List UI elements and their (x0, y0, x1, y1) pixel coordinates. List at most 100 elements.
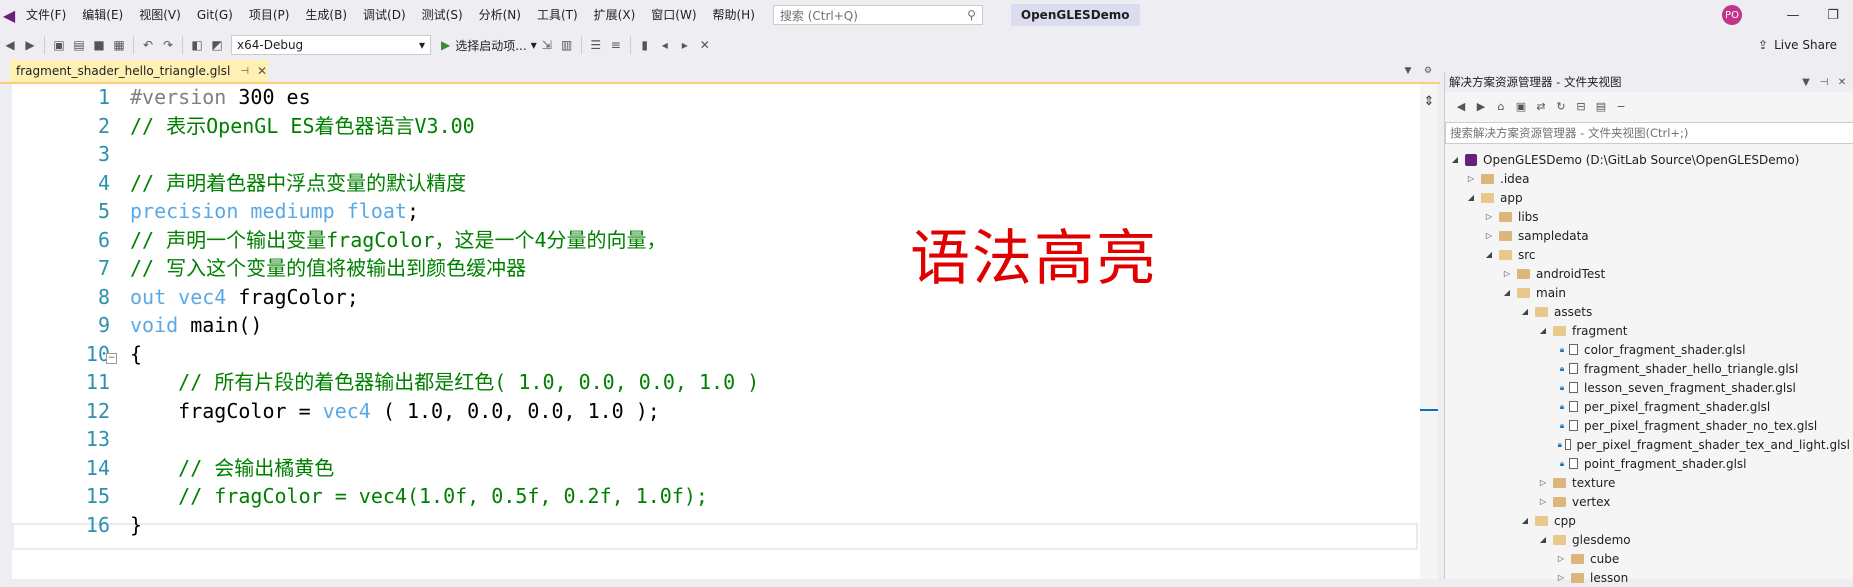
tab-dropdown-icon[interactable]: ▼ (1400, 60, 1416, 82)
refresh-icon[interactable]: ↻ (1551, 96, 1571, 116)
tree-item-folder[interactable]: ◢ glesdemo (1537, 530, 1631, 549)
menu-project[interactable]: 项目(P) (241, 0, 298, 30)
home-icon[interactable]: ⌂ (1491, 96, 1511, 116)
expanded-arrow-icon[interactable]: ◢ (1501, 288, 1513, 297)
tree-item-file[interactable]: 🔒︎ per_pixel_fragment_shader_no_tex.glsl (1557, 416, 1817, 435)
tree-item-solution-root[interactable]: ◢ OpenGLESDemo (D:\GitLab Source\OpenGLES… (1449, 150, 1799, 169)
menu-tools[interactable]: 工具(T) (529, 0, 586, 30)
collapsed-arrow-icon[interactable]: ▷ (1555, 554, 1567, 563)
tree-item-folder[interactable]: ▷ sampledata (1483, 226, 1589, 245)
settings-gear-icon[interactable]: ⚙ (1420, 60, 1436, 82)
properties-icon[interactable]: − (1611, 96, 1631, 116)
screenshot-icon[interactable]: ◩ (207, 34, 227, 56)
new-item-icon[interactable]: ▣ (49, 34, 69, 56)
menu-test[interactable]: 测试(S) (414, 0, 471, 30)
expanded-arrow-icon[interactable]: ◢ (1537, 326, 1549, 335)
tree-item-file[interactable]: 🔒︎ point_fragment_shader.glsl (1557, 454, 1747, 473)
switch-views-icon[interactable]: ▣ (1511, 96, 1531, 116)
pin-icon[interactable]: ⊣ (1815, 72, 1833, 92)
close-icon[interactable]: ✕ (257, 64, 267, 78)
expanded-arrow-icon[interactable]: ◢ (1519, 307, 1531, 316)
tree-item-file[interactable]: 🔒︎ per_pixel_fragment_shader.glsl (1557, 397, 1770, 416)
tree-item-folder[interactable]: ▷ .idea (1465, 169, 1530, 188)
layout-icon[interactable]: ▥ (557, 34, 577, 56)
configuration-select[interactable]: x64-Debug ▾ (231, 35, 431, 55)
collapsed-arrow-icon[interactable]: ▷ (1483, 231, 1495, 240)
bookmark-icon[interactable]: ▮ (635, 34, 655, 56)
expanded-arrow-icon[interactable]: ◢ (1519, 516, 1531, 525)
tree-item-folder[interactable]: ◢ app (1465, 188, 1523, 207)
tree-item-folder[interactable]: ▷ texture (1537, 473, 1615, 492)
collapse-all-icon[interactable]: ⊟ (1571, 96, 1591, 116)
menu-help[interactable]: 帮助(H) (705, 0, 763, 30)
back-icon[interactable]: ◀ (1451, 96, 1471, 116)
clear-bookmarks-icon[interactable]: ✕ (695, 34, 715, 56)
solution-explorer-search-input[interactable]: 搜索解决方案资源管理器 - 文件夹视图(Ctrl+;) (1445, 122, 1853, 144)
tree-item-folder[interactable]: ▷ vertex (1537, 492, 1610, 511)
expanded-arrow-icon[interactable]: ◢ (1465, 193, 1477, 202)
prev-bookmark-icon[interactable]: ◂ (655, 34, 675, 56)
fold-toggle-icon[interactable]: − (106, 353, 117, 364)
collapsed-arrow-icon[interactable]: ▷ (1555, 573, 1567, 582)
find-in-files-icon[interactable]: ◧ (187, 34, 207, 56)
start-debug-button[interactable]: ▶ 选择启动项... ▾ (441, 37, 537, 54)
global-search-input[interactable]: 搜索 (Ctrl+Q) ⚲ (772, 5, 983, 25)
editor-vertical-scrollbar[interactable] (1420, 84, 1438, 579)
save-icon[interactable]: ■ (89, 34, 109, 56)
sync-icon[interactable]: ⇄ (1531, 96, 1551, 116)
collapsed-arrow-icon[interactable]: ▷ (1465, 174, 1477, 183)
collapsed-arrow-icon[interactable]: ▷ (1483, 212, 1495, 221)
tree-item-file[interactable]: 🔒︎ color_fragment_shader.glsl (1557, 340, 1746, 359)
tree-item-folder[interactable]: ◢ main (1501, 283, 1566, 302)
menu-edit[interactable]: 编辑(E) (74, 0, 131, 30)
tree-item-folder[interactable]: ◢ src (1483, 245, 1536, 264)
tree-item-folder[interactable]: ◢ fragment (1537, 321, 1628, 340)
back-icon[interactable]: ◀ (0, 34, 20, 56)
menu-build[interactable]: 生成(B) (297, 0, 355, 30)
restore-icon[interactable]: ❐ (1813, 0, 1853, 30)
collapsed-arrow-icon[interactable]: ▷ (1537, 497, 1549, 506)
next-bookmark-icon[interactable]: ▸ (675, 34, 695, 56)
expanded-arrow-icon[interactable]: ◢ (1537, 535, 1549, 544)
tree-item-folder[interactable]: ◢ assets (1519, 302, 1592, 321)
tab-fragment-shader[interactable]: fragment_shader_hello_triangle.glsl ⊣ ✕ (10, 60, 268, 82)
forward-icon[interactable]: ▶ (1471, 96, 1491, 116)
menu-window[interactable]: 窗口(W) (643, 0, 704, 30)
tree-item-file[interactable]: 🔒︎ fragment_shader_hello_triangle.glsl (1557, 359, 1798, 378)
tree-item-folder[interactable]: ▷ libs (1483, 207, 1539, 226)
tree-item-folder[interactable]: ◢ cpp (1519, 511, 1576, 530)
collapsed-arrow-icon[interactable]: ▷ (1501, 269, 1513, 278)
show-all-files-icon[interactable]: ▤ (1591, 96, 1611, 116)
open-folder-icon[interactable]: ▤ (69, 34, 89, 56)
user-avatar[interactable]: PO (1722, 5, 1742, 25)
close-icon[interactable]: ✕ (1833, 72, 1851, 92)
indent-icon[interactable]: ☰ (586, 34, 606, 56)
tree-item-folder[interactable]: ▷ cube (1555, 549, 1619, 568)
split-editor-icon[interactable]: ⇕ (1420, 92, 1438, 110)
menu-file[interactable]: 文件(F) (18, 0, 74, 30)
tree-item-file[interactable]: 🔒︎ per_pixel_fragment_shader_tex_and_ligh… (1557, 435, 1850, 454)
menu-analyze[interactable]: 分析(N) (471, 0, 529, 30)
pin-icon[interactable]: ⊣ (240, 66, 249, 77)
forward-icon[interactable]: ▶ (20, 34, 40, 56)
tree-item-folder[interactable]: ▷ androidTest (1501, 264, 1605, 283)
expanded-arrow-icon[interactable]: ◢ (1483, 250, 1495, 259)
tree-item-file[interactable]: 🔒︎ lesson_seven_fragment_shader.glsl (1557, 378, 1796, 397)
redo-icon[interactable]: ↷ (158, 34, 178, 56)
tree-item-folder[interactable]: ▷ lesson (1555, 568, 1628, 587)
visual-studio-logo-icon[interactable]: ◀ (0, 0, 18, 30)
menu-debug[interactable]: 调试(D) (355, 0, 414, 30)
outdent-icon[interactable]: ≡ (606, 34, 626, 56)
menu-git[interactable]: Git(G) (189, 0, 241, 30)
step-icon[interactable]: ⇲ (537, 34, 557, 56)
undo-icon[interactable]: ↶ (138, 34, 158, 56)
menu-view[interactable]: 视图(V) (131, 0, 189, 30)
minimize-icon[interactable]: — (1773, 0, 1813, 30)
solution-name-badge[interactable]: OpenGLESDemo (1010, 4, 1140, 26)
live-share-button[interactable]: ⇪ Live Share (1758, 33, 1837, 57)
expanded-arrow-icon[interactable]: ◢ (1449, 155, 1461, 164)
code-editor[interactable]: 1 2 3 4 5 6 7 8 9 10 11 12 13 14 15 16 −… (0, 84, 1420, 579)
save-all-icon[interactable]: ▦ (109, 34, 129, 56)
menu-extensions[interactable]: 扩展(X) (586, 0, 644, 30)
collapsed-arrow-icon[interactable]: ▷ (1537, 478, 1549, 487)
